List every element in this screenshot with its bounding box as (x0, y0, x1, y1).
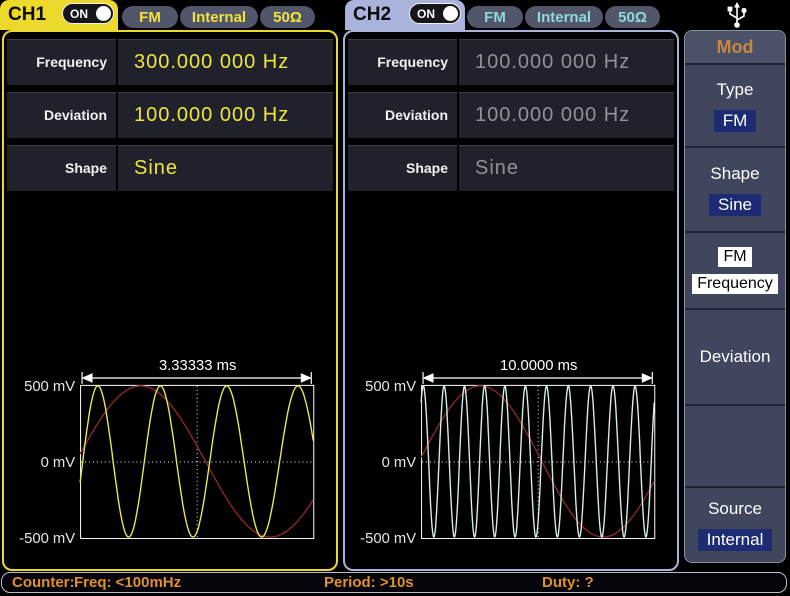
softkey-type[interactable]: Type FM (685, 65, 785, 148)
ch1-deviation-label: Deviation (7, 92, 116, 138)
ch1-ytick-top: 500 mV (24, 379, 75, 395)
ch1-impedance-badge[interactable]: 50Ω (260, 6, 315, 28)
source-value-internal[interactable]: Internal (698, 529, 773, 551)
source-label: Source (708, 499, 762, 519)
ch1-frequency-row[interactable]: Frequency 300.000 000 Hz (7, 39, 333, 85)
softkey-source[interactable]: Source Internal (685, 488, 785, 562)
tab-ch1[interactable]: CH1 ON (0, 0, 118, 30)
ch2-frequency-label: Frequency (348, 39, 457, 85)
ch2-toggle-knob (443, 6, 458, 21)
ch2-ytick-bot: -500 mV (360, 531, 416, 547)
type-value-fm[interactable]: FM (714, 110, 757, 132)
signal-generator-screen: CH1 ON FM Internal 50Ω CH2 ON FM Interna… (0, 0, 790, 596)
type-label: Type (717, 80, 754, 100)
shape-value-sine[interactable]: Sine (709, 194, 761, 216)
softkey-menu: Mod Type FM Shape Sine FM Frequency Devi… (684, 30, 786, 563)
ch1-toggle-knob (96, 6, 111, 21)
ch1-mod-source-badge[interactable]: Internal (180, 6, 258, 28)
ch1-panel: Frequency 300.000 000 Hz Deviation 100.0… (2, 30, 338, 571)
menu-title-mod: Mod (685, 31, 785, 65)
ch1-span-label: 3.33333 ms (159, 358, 236, 374)
ch1-label: CH1 (0, 4, 46, 26)
ch2-deviation-value[interactable]: 100.000 000 Hz (459, 92, 674, 138)
ch2-span-label: 10.0000 ms (500, 358, 577, 374)
ch2-waveform-display: 10.0000 ms 500 mV 0 mV -500 mV (345, 350, 677, 567)
counter-status-bar: Counter: Freq: <100mHz Period: >10s Duty… (1, 572, 787, 593)
ch1-on-toggle[interactable]: ON (62, 3, 114, 24)
ch1-deviation-value[interactable]: 100.000 000 Hz (118, 92, 333, 138)
ch2-frequency-value[interactable]: 100.000 000 Hz (459, 39, 674, 85)
ch2-panel: Frequency 100.000 000 Hz Deviation 100.0… (343, 30, 679, 571)
ch2-label: CH2 (345, 4, 391, 26)
ch1-modulation-badge[interactable]: FM (122, 6, 178, 28)
tab-ch2[interactable]: CH2 ON (345, 0, 465, 30)
ch2-on-label: ON (410, 7, 435, 21)
softkey-shape[interactable]: Shape Sine (685, 148, 785, 233)
softkey-blank (685, 406, 785, 488)
ch2-shape-label: Shape (348, 145, 457, 191)
ch2-deviation-row[interactable]: Deviation 100.000 000 Hz (348, 92, 674, 138)
ch1-waveform-display: 3.33333 ms 500 mV 0 mV -500 mV (4, 350, 336, 567)
ch1-shape-value[interactable]: Sine (118, 145, 333, 191)
ch1-shape-label: Shape (7, 145, 116, 191)
ch2-frequency-row[interactable]: Frequency 100.000 000 Hz (348, 39, 674, 85)
ch1-shape-row[interactable]: Shape Sine (7, 145, 333, 191)
counter-period: Period: >10s (324, 573, 414, 592)
ch2-on-toggle[interactable]: ON (409, 3, 461, 24)
ch2-shape-value[interactable]: Sine (459, 145, 674, 191)
ch2-deviation-label: Deviation (348, 92, 457, 138)
ch1-frequency-value[interactable]: 300.000 000 Hz (118, 39, 333, 85)
ch1-fields: Frequency 300.000 000 Hz Deviation 100.0… (7, 39, 333, 191)
shape-label: Shape (710, 164, 759, 184)
ch1-ytick-mid: 0 mV (41, 455, 76, 471)
softkey-fm-frequency[interactable]: FM Frequency (685, 233, 785, 310)
ch2-modulation-badge[interactable]: FM (467, 6, 523, 28)
ch2-ytick-mid: 0 mV (382, 455, 417, 471)
counter-label: Counter: (12, 573, 75, 592)
ch2-ytick-top: 500 mV (365, 379, 416, 395)
usb-icon (724, 1, 750, 29)
ch1-ytick-bot: -500 mV (19, 531, 75, 547)
counter-freq: Freq: <100mHz (74, 573, 181, 592)
ch2-fields: Frequency 100.000 000 Hz Deviation 100.0… (348, 39, 674, 191)
ch1-deviation-row[interactable]: Deviation 100.000 000 Hz (7, 92, 333, 138)
counter-duty: Duty: ? (542, 573, 594, 592)
softkey-deviation[interactable]: Deviation (685, 310, 785, 406)
ch2-impedance-badge[interactable]: 50Ω (605, 6, 660, 28)
frequency-selected-label[interactable]: Frequency (692, 274, 778, 294)
deviation-label: Deviation (700, 347, 771, 367)
ch2-mod-source-badge[interactable]: Internal (525, 6, 603, 28)
fm-selected-label[interactable]: FM (718, 247, 751, 267)
ch1-on-label: ON (63, 7, 88, 21)
ch2-shape-row[interactable]: Shape Sine (348, 145, 674, 191)
ch1-frequency-label: Frequency (7, 39, 116, 85)
